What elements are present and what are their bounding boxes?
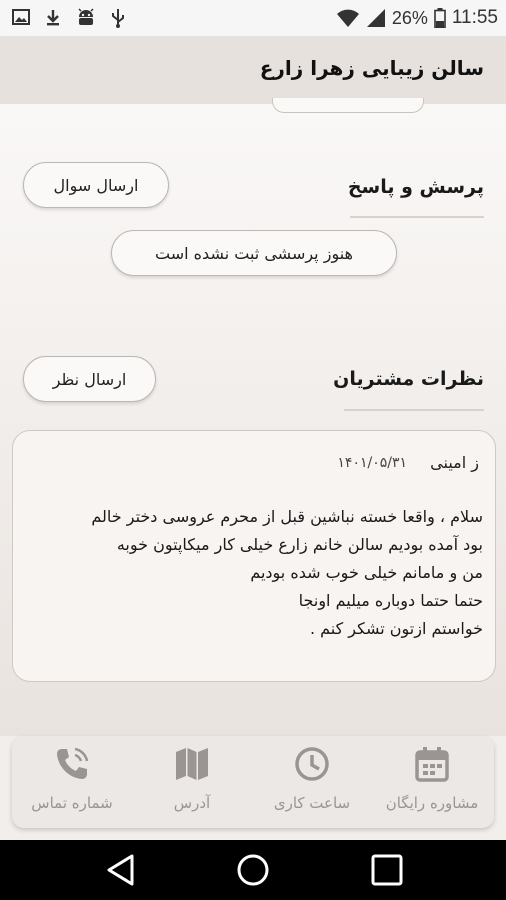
review-line: بود آمده بودیم سالن خانم زارع خیلی کار م…	[116, 535, 483, 554]
nav-phone-number[interactable]: شماره تماس	[12, 736, 132, 828]
page-title: سالن زیبایی زهرا زارع	[259, 56, 484, 80]
usb-icon	[112, 9, 124, 28]
home-icon[interactable]	[236, 853, 270, 887]
clock-icon	[295, 747, 329, 781]
nav-address[interactable]: آدرس	[132, 736, 252, 828]
clock: 11:55	[451, 7, 498, 28]
recent-apps-icon[interactable]	[370, 853, 404, 887]
previous-section-button-edge[interactable]	[272, 98, 424, 113]
reviews-section-title: نظرات مشتریان	[333, 368, 484, 390]
app-bar: سالن زیبایی زهرا زارع	[0, 36, 506, 104]
review-date: ۱۴۰۱/۰۵/۳۱	[337, 455, 407, 471]
review-line: من و مامانم خیلی خوب شده بودیم	[250, 563, 483, 582]
nav-working-hours[interactable]: ساعت کاری	[252, 736, 372, 828]
bottom-navigation: شماره تماس آدرس ساعت کاری مشاوره رایگان	[12, 736, 494, 828]
review-text: سلام ، واقعا خسته نباشین قبل از محرم عرو…	[27, 503, 483, 643]
nav-phone-number-label: شماره تماس	[31, 794, 113, 812]
review-line: حتما حتما دوباره میلیم اونجا	[298, 591, 483, 610]
back-icon[interactable]	[104, 853, 138, 887]
map-icon	[176, 748, 208, 780]
download-notification-icon	[47, 10, 59, 26]
nav-address-label: آدرس	[173, 794, 211, 812]
content-area[interactable]: پرسش و پاسخ ارسال سوال هنوز پرسشی ثبت نش…	[0, 98, 506, 736]
submit-review-button[interactable]: ارسال نظر	[23, 356, 156, 402]
wifi-icon	[336, 9, 359, 27]
review-line: خواستم ازتون تشکر کنم .	[309, 619, 483, 638]
qa-title-underline	[350, 216, 484, 218]
phone-call-icon	[57, 747, 89, 779]
ask-question-label: ارسال سوال	[53, 175, 139, 195]
submit-review-label: ارسال نظر	[52, 369, 127, 389]
battery-percent: 26%	[391, 7, 428, 28]
ask-question-button[interactable]: ارسال سوال	[23, 162, 169, 208]
system-navigation-bar	[0, 840, 506, 900]
review-card: ز امینی ۱۴۰۱/۰۵/۳۱ سلام ، واقعا خسته نبا…	[12, 430, 496, 682]
nav-free-consultation-label: مشاوره رایگان	[385, 794, 479, 812]
image-notification-icon	[12, 9, 30, 25]
notification-icons	[12, 8, 126, 28]
nav-free-consultation[interactable]: مشاوره رایگان	[372, 736, 492, 828]
review-author: ز امینی	[430, 453, 479, 472]
battery-icon	[434, 8, 446, 28]
no-questions-badge: هنوز پرسشی ثبت نشده است	[111, 230, 397, 276]
android-debug-icon	[78, 8, 94, 25]
status-right: 26% 11:55	[336, 7, 498, 29]
reviews-title-underline	[344, 409, 484, 411]
nav-working-hours-label: ساعت کاری	[273, 794, 351, 812]
review-line: سلام ، واقعا خسته نباشین قبل از محرم عرو…	[91, 507, 483, 526]
calendar-icon	[415, 747, 449, 782]
status-bar: 26% 11:55	[0, 0, 506, 36]
qa-section-title: پرسش و پاسخ	[347, 176, 484, 198]
no-questions-text: هنوز پرسشی ثبت نشده است	[155, 243, 353, 263]
signal-icon	[366, 9, 385, 27]
